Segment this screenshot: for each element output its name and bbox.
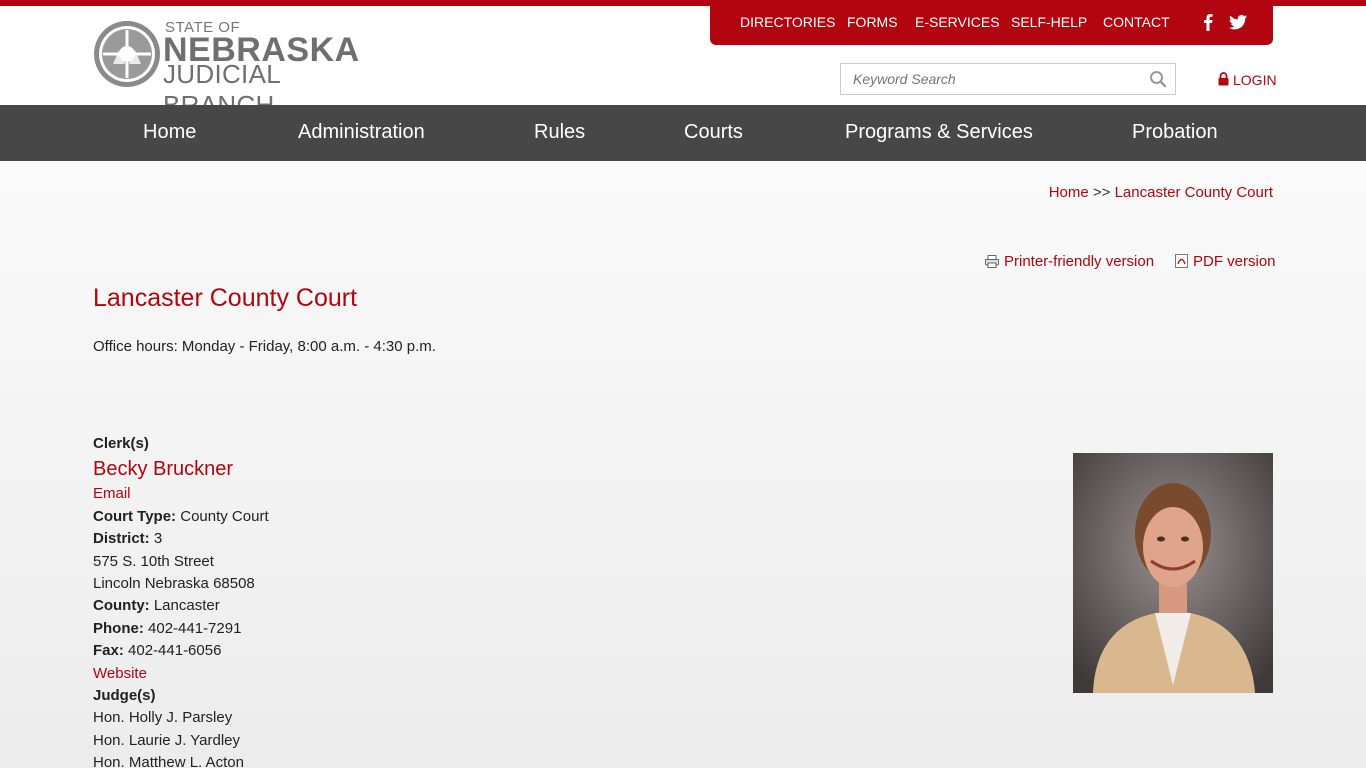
phone-label: Phone:: [93, 619, 144, 637]
nav-item-programs-services[interactable]: Programs & Services: [845, 121, 1033, 144]
judge-item: Hon. Matthew L. Acton: [93, 754, 244, 772]
login-label: LOGIN: [1233, 72, 1277, 88]
clerk-portrait-image: [1073, 453, 1273, 693]
office-hours: Office hours: Monday - Friday, 8:00 a.m.…: [93, 338, 436, 355]
nav-item-probation[interactable]: Probation: [1132, 121, 1218, 144]
util-link-self-help[interactable]: SELF-HELP: [1011, 14, 1087, 30]
court-type-value: County Court: [180, 507, 269, 525]
website-link[interactable]: Website: [93, 665, 147, 682]
clerk-email-link[interactable]: Email: [93, 485, 131, 502]
county-label: County:: [93, 597, 150, 615]
phone-value: 402-441-7291: [148, 619, 242, 637]
county-value: Lancaster: [153, 597, 220, 615]
address-line-1: 575 S. 10th Street: [93, 552, 214, 570]
twitter-icon[interactable]: [1228, 12, 1248, 32]
pdf-version-label: PDF version: [1193, 253, 1276, 270]
main-nav: Home Administration Rules Courts Program…: [0, 105, 1366, 161]
district-label: District:: [93, 530, 150, 548]
lock-icon: [1218, 72, 1229, 86]
nav-item-rules[interactable]: Rules: [534, 121, 585, 144]
site-logo[interactable]: STATE OF NEBRASKA JUDICIAL BRANCH: [93, 18, 393, 120]
nebraska-seal-icon: [94, 21, 160, 87]
breadcrumb: Home >> Lancaster County Court: [1049, 184, 1273, 201]
judge-item: Hon. Laurie J. Yardley: [93, 731, 241, 749]
util-link-contact[interactable]: CONTACT: [1103, 14, 1170, 30]
pdf-icon: [1175, 254, 1188, 268]
pdf-version-link[interactable]: PDF version: [1175, 253, 1276, 270]
address-line-2: Lincoln Nebraska 68508: [93, 575, 255, 593]
search-input[interactable]: [841, 64, 1143, 94]
nav-item-courts[interactable]: Courts: [684, 121, 743, 144]
nav-item-administration[interactable]: Administration: [298, 121, 425, 144]
keyword-search: [840, 63, 1176, 95]
utility-nav: DIRECTORIES FORMS E-SERVICES SELF-HELP C…: [710, 0, 1273, 45]
main-content: Home >> Lancaster County Court Printer-f…: [0, 161, 1366, 771]
district-value: 3: [153, 530, 163, 548]
breadcrumb-home[interactable]: Home: [1049, 184, 1089, 201]
nav-item-home[interactable]: Home: [143, 121, 196, 144]
clerk-name[interactable]: Becky Bruckner: [93, 455, 269, 483]
fax-label: Fax:: [93, 642, 124, 660]
page-title: Lancaster County Court: [93, 284, 358, 312]
breadcrumb-current[interactable]: Lancaster County Court: [1115, 184, 1273, 201]
util-link-e-services[interactable]: E-SERVICES: [915, 14, 1000, 30]
util-link-forms[interactable]: FORMS: [847, 14, 898, 30]
printer-friendly-label: Printer-friendly version: [1004, 253, 1155, 270]
printer-icon: [985, 255, 999, 268]
printer-friendly-link[interactable]: Printer-friendly version: [985, 253, 1154, 270]
court-type-label: Court Type:: [93, 507, 177, 525]
judge-item: Hon. Holly J. Parsley: [93, 709, 233, 727]
judges-heading: Judge(s): [93, 687, 156, 705]
fax-value: 402-441-6056: [128, 642, 222, 660]
facebook-icon[interactable]: [1198, 12, 1218, 32]
breadcrumb-separator: >>: [1092, 184, 1111, 201]
util-link-directories[interactable]: DIRECTORIES: [740, 14, 835, 30]
search-icon[interactable]: [1149, 70, 1167, 88]
clerk-heading: Clerk(s): [93, 435, 149, 452]
court-info: Clerk(s) Becky Bruckner Email Court Type…: [93, 433, 269, 775]
clerk-photo: [1073, 453, 1273, 693]
site-header: STATE OF NEBRASKA JUDICIAL BRANCH DIRECT…: [0, 0, 1366, 120]
